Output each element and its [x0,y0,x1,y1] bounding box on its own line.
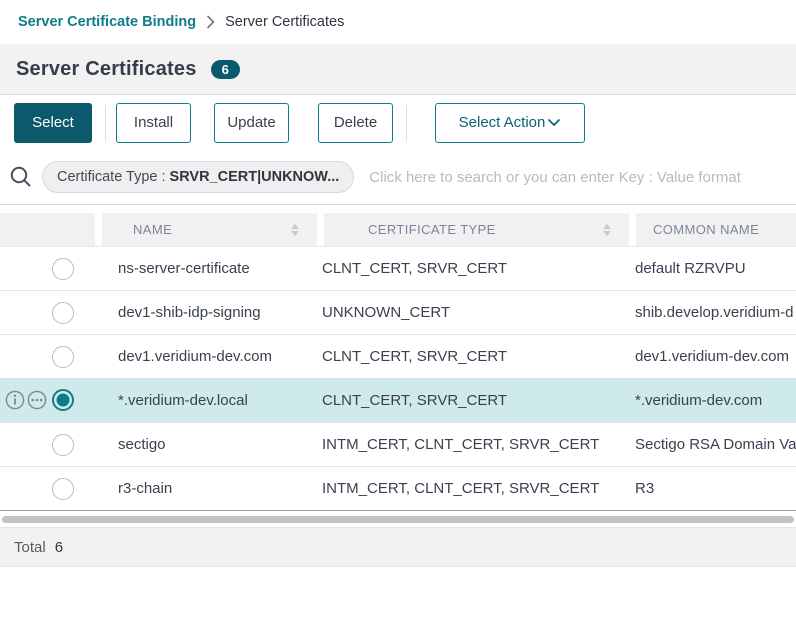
filter-chip-key: Certificate Type : [57,169,166,185]
ellipsis-icon[interactable] [27,390,47,410]
cell-name: r3-chain [95,467,317,510]
row-radio[interactable] [52,258,74,280]
total-value: 6 [55,539,63,556]
total-label: Total [14,539,46,556]
row-radio[interactable] [52,434,74,456]
search-placeholder: Click here to search or you can enter Ke… [369,169,741,186]
cell-name: dev1.veridium-dev.com [95,335,317,378]
row-radio-checked[interactable] [52,389,74,411]
row-radio[interactable] [52,346,74,368]
cell-certificate-type: UNKNOWN_CERT [317,291,629,334]
header-common-name[interactable]: COMMON NAME [636,213,796,246]
sort-icon[interactable] [291,224,299,236]
cell-common-name: shib.develop.veridium-d [629,291,796,334]
table-row: dev1-shib-idp-signing UNKNOWN_CERT shib.… [0,290,796,334]
header-certificate-type[interactable]: CERTIFICATE TYPE [324,213,629,246]
toolbar-divider [406,105,407,141]
header-select-column [0,213,95,246]
install-button[interactable]: Install [116,103,191,143]
breadcrumb-current: Server Certificates [225,14,344,30]
cell-common-name: R3 [629,467,796,510]
breadcrumb-link-server-certificate-binding[interactable]: Server Certificate Binding [18,14,196,30]
cell-name: *.veridium-dev.local [95,378,317,422]
table-row-selected: *.veridium-dev.local CLNT_CERT, SRVR_CER… [0,378,796,422]
count-badge: 6 [211,60,240,79]
filter-chip-certificate-type[interactable]: Certificate Type : SRVR_CERT|UNKNOW... [42,161,354,193]
row-radio[interactable] [52,302,74,324]
horizontal-scrollbar[interactable] [2,516,794,523]
server-certificates-table: NAME CERTIFICATE TYPE COMMON NAME ns-ser… [0,213,796,523]
filter-chip-value: SRVR_CERT|UNKNOW... [170,169,340,185]
cell-certificate-type: INTM_CERT, CLNT_CERT, SRVR_CERT [317,423,629,466]
header-name[interactable]: NAME [102,213,317,246]
title-bar: Server Certificates 6 [0,44,796,95]
cell-name: sectigo [95,423,317,466]
table-header-row: NAME CERTIFICATE TYPE COMMON NAME [0,213,796,246]
table-row: ns-server-certificate CLNT_CERT, SRVR_CE… [0,246,796,290]
delete-button[interactable]: Delete [318,103,393,143]
sort-icon[interactable] [603,224,611,236]
table-row: dev1.veridium-dev.com CLNT_CERT, SRVR_CE… [0,334,796,378]
toolbar: Select Install Update Delete Select Acti… [0,95,796,150]
search-bar[interactable]: Certificate Type : SRVR_CERT|UNKNOW... C… [0,150,796,205]
cell-name: ns-server-certificate [95,247,317,290]
chevron-right-icon [206,15,215,29]
row-radio[interactable] [52,478,74,500]
info-icon[interactable] [5,390,25,410]
chevron-down-icon [547,118,561,127]
cell-certificate-type: CLNT_CERT, SRVR_CERT [317,247,629,290]
breadcrumb: Server Certificate Binding Server Certif… [0,0,796,44]
table-row: sectigo INTM_CERT, CLNT_CERT, SRVR_CERT … [0,422,796,466]
cell-common-name: default RZRVPU [629,247,796,290]
select-button[interactable]: Select [14,103,92,143]
toolbar-divider [105,105,106,141]
cell-common-name: Sectigo RSA Domain Va [629,423,796,466]
cell-name: dev1-shib-idp-signing [95,291,317,334]
select-action-dropdown[interactable]: Select Action [435,103,585,143]
cell-certificate-type: INTM_CERT, CLNT_CERT, SRVR_CERT [317,467,629,510]
update-button[interactable]: Update [214,103,289,143]
select-action-label: Select Action [459,114,546,131]
table-footer: Total 6 [0,527,796,567]
cell-common-name: *.veridium-dev.com [629,378,796,422]
cell-certificate-type: CLNT_CERT, SRVR_CERT [317,378,629,422]
table-bottom-border [0,510,796,511]
search-icon [8,164,34,190]
table-row: r3-chain INTM_CERT, CLNT_CERT, SRVR_CERT… [0,466,796,510]
cell-certificate-type: CLNT_CERT, SRVR_CERT [317,335,629,378]
cell-common-name: dev1.veridium-dev.com [629,335,796,378]
page-title: Server Certificates [16,58,197,81]
